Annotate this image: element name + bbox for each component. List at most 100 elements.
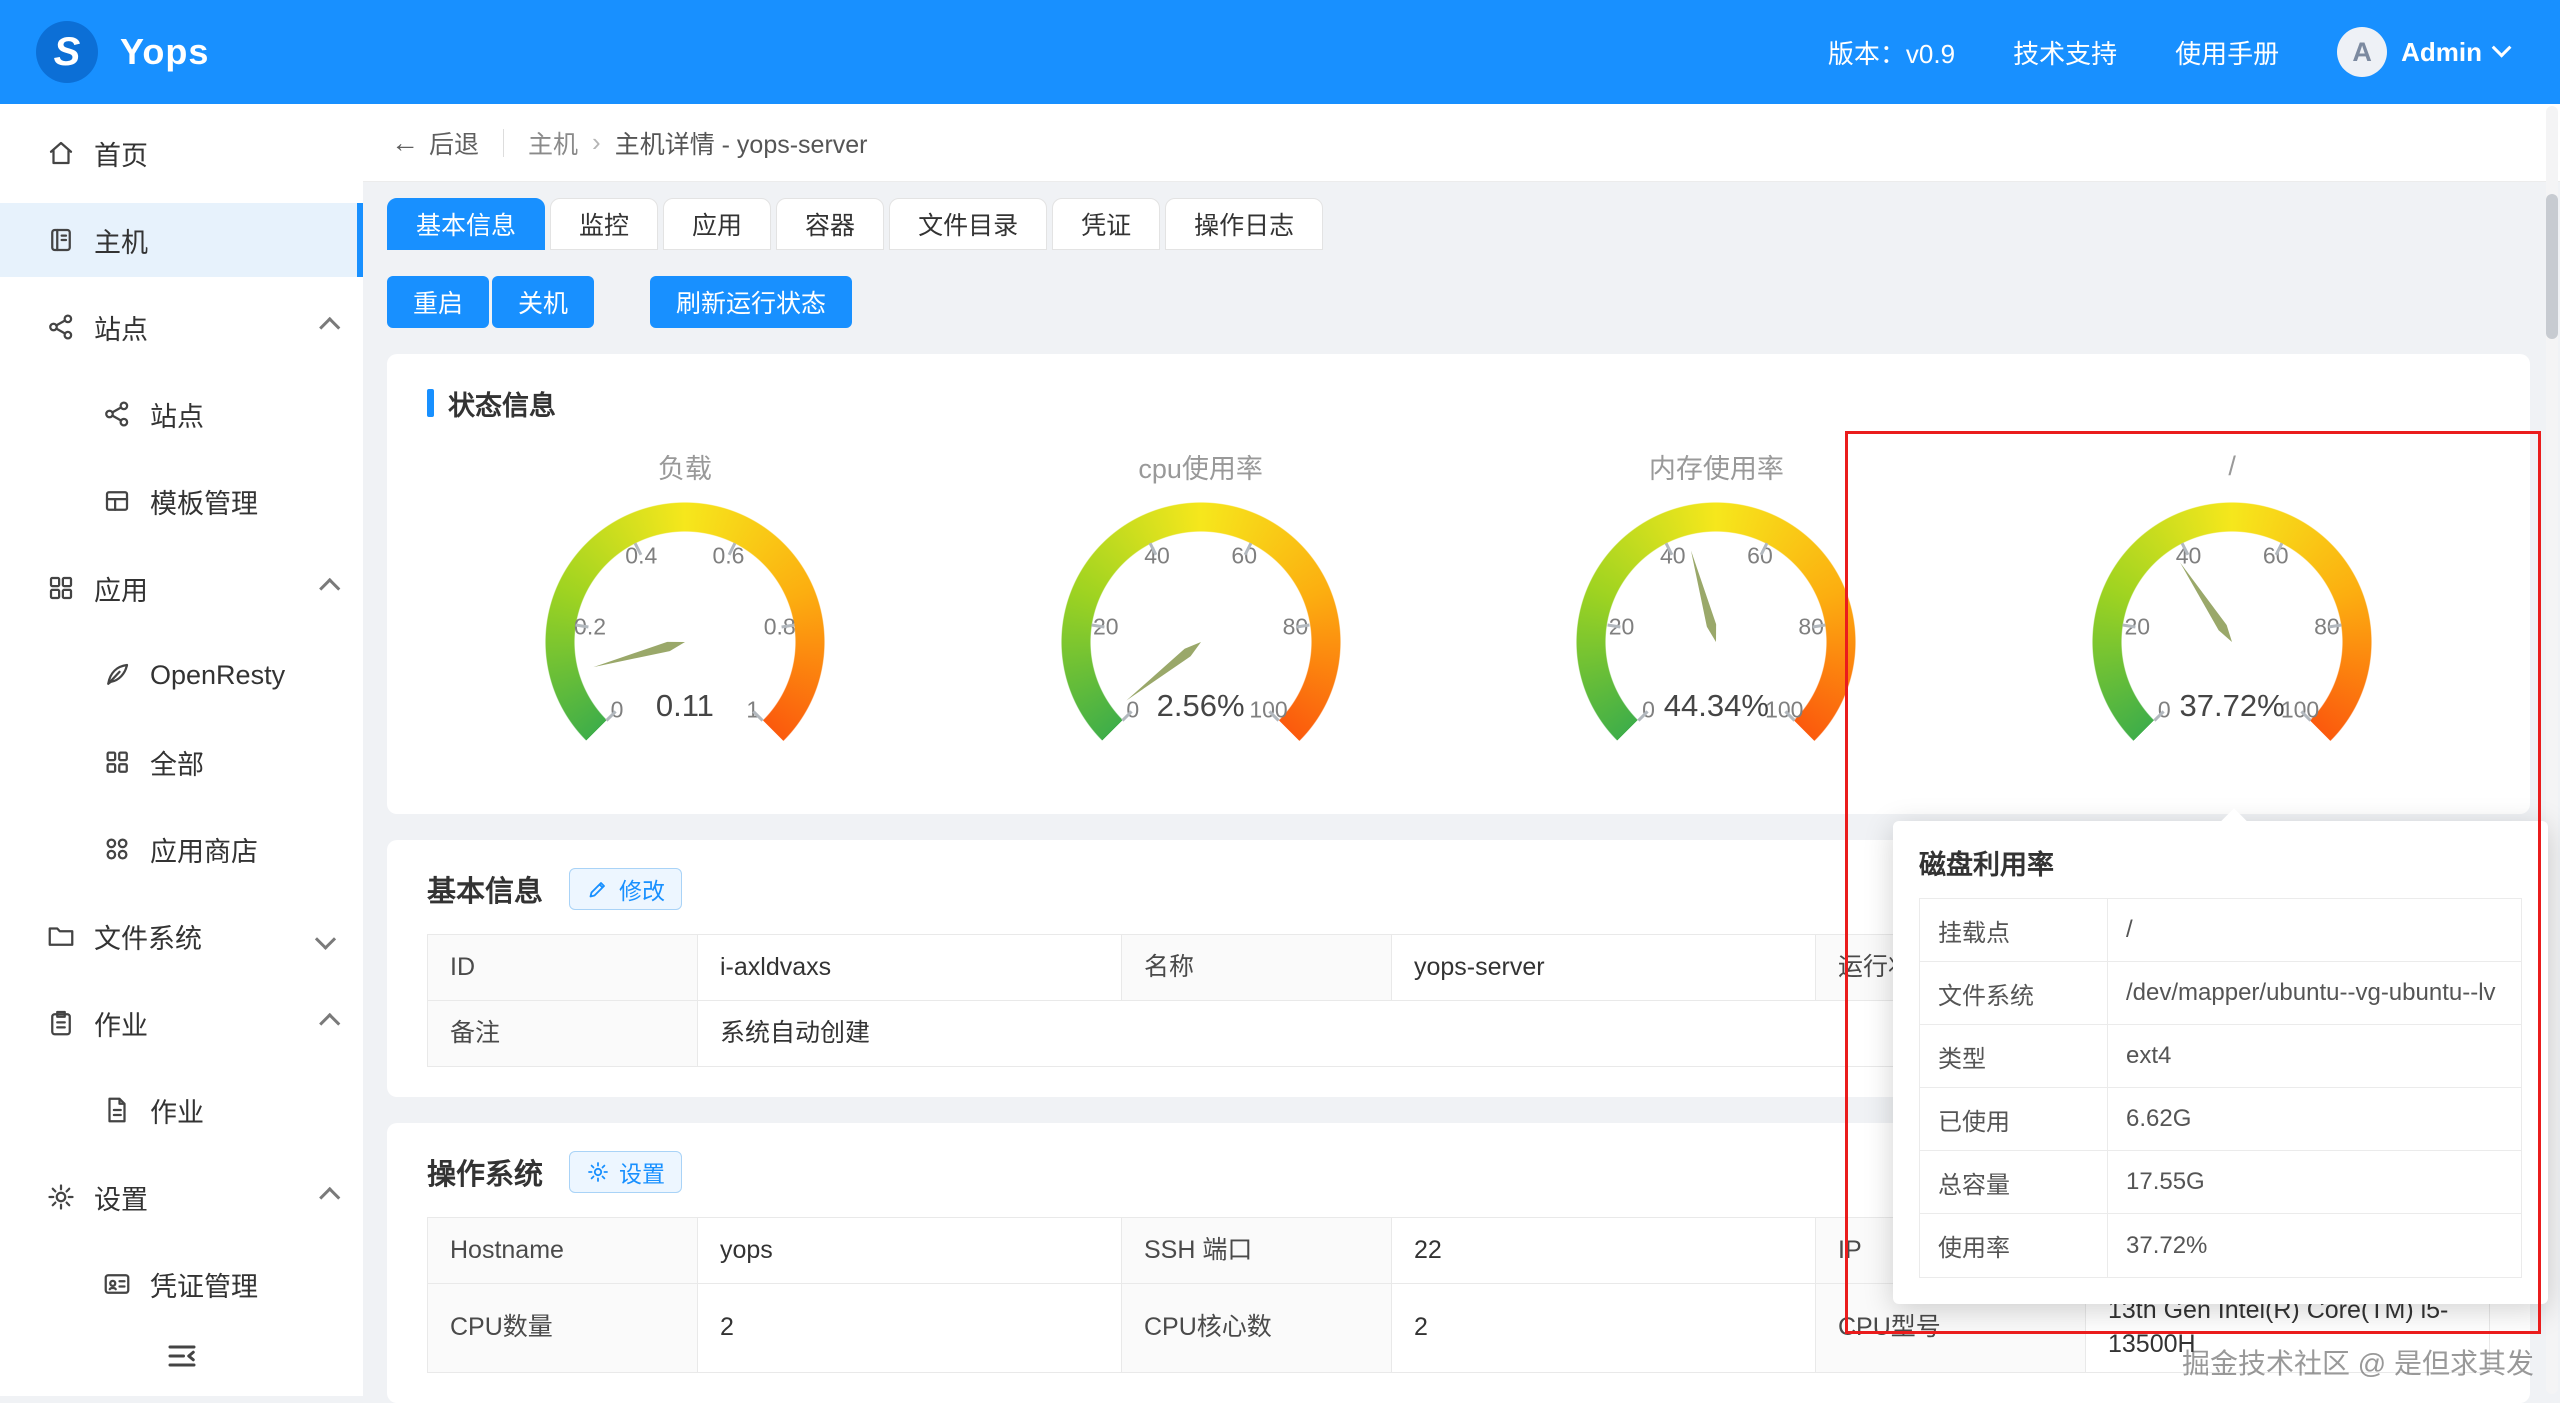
back-label: 后退 xyxy=(429,125,479,161)
sidebar-collapse-button[interactable] xyxy=(0,1338,363,1374)
title-accent-bar xyxy=(427,389,434,417)
sidebar-item-label: 全部 xyxy=(150,743,204,782)
sidebar: 首页 主机 站点 站点 模板管理 应用 OpenResty xyxy=(0,104,363,1396)
sidebar-group-site[interactable]: 站点 xyxy=(0,290,363,364)
version-label: 版本：v0.9 xyxy=(1828,34,1955,71)
share-nodes-icon xyxy=(102,399,132,429)
sidebar-item-label: 文件系统 xyxy=(94,917,202,956)
sidebar-item-all-apps[interactable]: 全部 xyxy=(0,725,363,799)
edit-button-label: 修改 xyxy=(619,872,665,906)
sidebar-item-label: 作业 xyxy=(150,1091,204,1130)
table-value: 22 xyxy=(1392,1218,1816,1284)
home-icon xyxy=(46,138,76,168)
sidebar-item-label: 设置 xyxy=(94,1178,148,1217)
sidebar-group-filesystem[interactable]: 文件系统 xyxy=(0,899,363,973)
sidebar-item-host[interactable]: 主机 xyxy=(0,203,363,277)
table-label: SSH 端口 xyxy=(1122,1218,1392,1284)
sidebar-item-label: 作业 xyxy=(94,1004,148,1043)
breadcrumb-root[interactable]: 主机 xyxy=(528,125,578,161)
table-value: i-axldvaxs xyxy=(698,935,1122,1001)
shutdown-button[interactable]: 关机 xyxy=(492,276,594,328)
tab-container[interactable]: 容器 xyxy=(776,198,884,250)
gauge-ticks: 020406080100 xyxy=(1031,492,1371,792)
tab-bar: 基本信息 监控 应用 容器 文件目录 凭证 操作日志 xyxy=(387,198,2530,250)
status-card: 状态信息 负载 00.20.40.60.81 0.11 cpu使用率 xyxy=(387,354,2530,814)
sidebar-group-app[interactable]: 应用 xyxy=(0,551,363,625)
os-settings-button[interactable]: 设置 xyxy=(569,1151,682,1193)
sidebar-group-job[interactable]: 作业 xyxy=(0,986,363,1060)
manual-link[interactable]: 使用手册 xyxy=(2175,34,2279,71)
gauge-chart[interactable]: 020406080100 37.72% xyxy=(2062,492,2402,792)
gauge-value: 37.72% xyxy=(2062,688,2402,724)
sidebar-item-app-store[interactable]: 应用商店 xyxy=(0,812,363,886)
id-card-icon xyxy=(102,1269,132,1299)
table-label: CPU核心数 xyxy=(1122,1284,1392,1373)
app-logo: S Yops xyxy=(0,21,340,83)
support-link[interactable]: 技术支持 xyxy=(2013,34,2117,71)
username: Admin xyxy=(2401,37,2482,68)
gauge-disk: / 020406080100 37.72% xyxy=(1974,448,2490,792)
sidebar-item-site[interactable]: 站点 xyxy=(0,377,363,451)
gauge-chart[interactable]: 020406080100 44.34% xyxy=(1546,492,1886,792)
chevron-down-icon xyxy=(2492,38,2512,58)
sidebar-item-label: 站点 xyxy=(94,308,148,347)
os-title: 操作系统 xyxy=(427,1151,543,1193)
app-store-icon xyxy=(102,834,132,864)
document-icon xyxy=(102,1095,132,1125)
user-menu[interactable]: A Admin xyxy=(2337,27,2510,77)
tooltip-label: 类型 xyxy=(1920,1025,2108,1088)
tab-application[interactable]: 应用 xyxy=(663,198,771,250)
basic-info-title: 基本信息 xyxy=(427,868,543,910)
apps-grid-icon xyxy=(46,573,76,603)
gear-icon xyxy=(586,1160,610,1184)
sidebar-group-settings[interactable]: 设置 xyxy=(0,1160,363,1234)
restart-button[interactable]: 重启 xyxy=(387,276,489,328)
tooltip-label: 使用率 xyxy=(1920,1214,2108,1277)
tooltip-label: 文件系统 xyxy=(1920,962,2108,1025)
back-arrow-icon: ← xyxy=(391,129,419,157)
sidebar-item-openresty[interactable]: OpenResty xyxy=(0,638,363,712)
back-button[interactable]: ← 后退 xyxy=(391,125,479,161)
server-icon xyxy=(46,225,76,255)
tab-monitoring[interactable]: 监控 xyxy=(550,198,658,250)
status-card-title: 状态信息 xyxy=(448,384,556,423)
tooltip-label: 总容量 xyxy=(1920,1151,2108,1214)
sidebar-item-label: 应用 xyxy=(94,569,148,608)
gauges-row: 负载 00.20.40.60.81 0.11 cpu使用率 0204060801… xyxy=(427,448,2490,792)
tab-file-directory[interactable]: 文件目录 xyxy=(889,198,1047,250)
tooltip-table: 挂载点 / 文件系统 /dev/mapper/ubuntu--vg-ubuntu… xyxy=(1919,898,2522,1278)
table-label: CPU数量 xyxy=(428,1284,698,1373)
gauge-chart[interactable]: 00.20.40.60.81 0.11 xyxy=(515,492,855,792)
refresh-status-button[interactable]: 刷新运行状态 xyxy=(650,276,852,328)
breadcrumb-divider xyxy=(503,129,504,157)
template-icon xyxy=(102,486,132,516)
sidebar-item-credentials[interactable]: 凭证管理 xyxy=(0,1247,363,1321)
tooltip-value: 37.72% xyxy=(2108,1214,2521,1277)
edit-button[interactable]: 修改 xyxy=(569,868,682,910)
edit-pencil-icon xyxy=(586,877,610,901)
table-label: 名称 xyxy=(1122,935,1392,1001)
tab-basic-info[interactable]: 基本信息 xyxy=(387,198,545,250)
tooltip-label: 挂载点 xyxy=(1920,899,2108,962)
app-title: Yops xyxy=(120,31,209,73)
table-value: yops xyxy=(698,1218,1122,1284)
sidebar-item-home[interactable]: 首页 xyxy=(0,116,363,190)
tab-operation-log[interactable]: 操作日志 xyxy=(1165,198,1323,250)
chevron-up-icon xyxy=(319,316,340,337)
sidebar-item-label: 首页 xyxy=(94,134,148,173)
tab-credentials[interactable]: 凭证 xyxy=(1052,198,1160,250)
feather-icon xyxy=(102,660,132,690)
gauge-value: 0.11 xyxy=(515,688,855,724)
chevron-down-icon xyxy=(315,928,336,949)
tooltip-value: 17.55G xyxy=(2108,1151,2521,1214)
sidebar-item-label: 凭证管理 xyxy=(150,1265,258,1304)
gauge-chart[interactable]: 020406080100 2.56% xyxy=(1031,492,1371,792)
scrollbar-thumb[interactable] xyxy=(2546,194,2558,339)
sidebar-item-label: 站点 xyxy=(150,395,204,434)
sidebar-item-template[interactable]: 模板管理 xyxy=(0,464,363,538)
gauge-title: 负载 xyxy=(658,448,712,484)
gauge-value: 44.34% xyxy=(1546,688,1886,724)
breadcrumb-current: 主机详情 - yops-server xyxy=(615,125,868,161)
sidebar-item-job[interactable]: 作业 xyxy=(0,1073,363,1147)
tooltip-value: /dev/mapper/ubuntu--vg-ubuntu--lv xyxy=(2108,962,2521,1025)
